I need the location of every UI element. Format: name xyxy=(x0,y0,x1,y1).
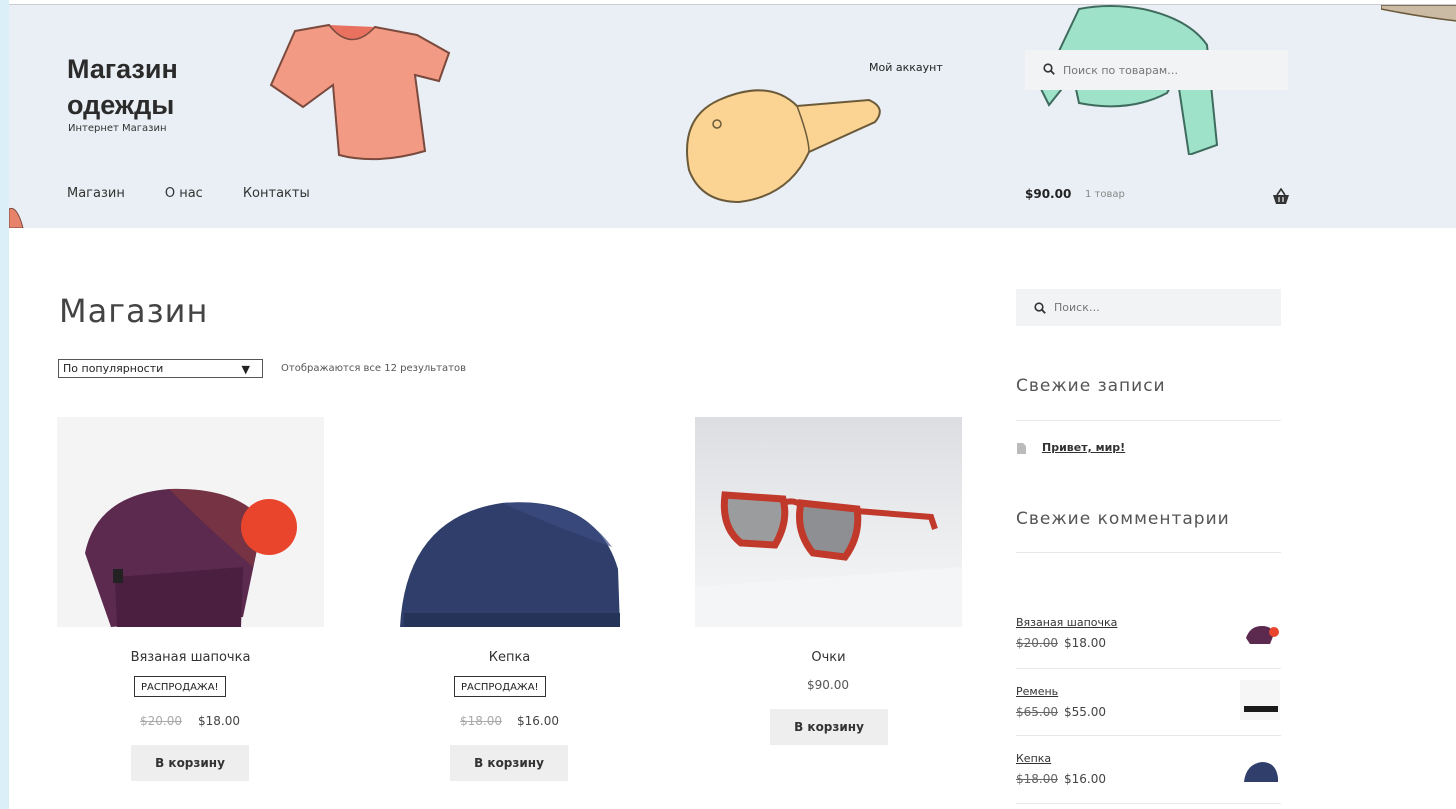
price: $90.00 xyxy=(807,678,849,692)
glasses-picture xyxy=(695,491,962,627)
add-to-cart-button[interactable]: В корзину xyxy=(131,745,249,781)
page-title: Магазин xyxy=(59,292,209,330)
site-title[interactable]: Магазин одежды xyxy=(67,51,267,123)
tshirt-illustration xyxy=(269,23,451,161)
price-new: $55.00 xyxy=(1064,705,1106,719)
price-old: $18.00 xyxy=(460,714,502,728)
divider xyxy=(1016,420,1281,421)
divider xyxy=(1016,803,1281,804)
sidebar-product-thumbnail[interactable] xyxy=(1240,612,1280,652)
result-count: Отображаются все 12 результатов xyxy=(281,363,466,374)
document-icon xyxy=(1017,443,1026,454)
shoe-illustration xyxy=(9,207,24,228)
beanie-picture xyxy=(85,488,297,627)
basket-icon[interactable] xyxy=(1271,188,1291,206)
price-old: $20.00 xyxy=(140,714,182,728)
price-new: $18.00 xyxy=(1064,636,1106,650)
sidebar-search-input[interactable] xyxy=(1054,289,1269,326)
left-edge-strip xyxy=(0,0,9,809)
cart-item-count[interactable]: 1 товар xyxy=(1085,189,1125,200)
main-navigation: Магазин О нас Контакты xyxy=(67,186,350,201)
divider xyxy=(1016,668,1281,669)
dropdown-arrow-icon: ▼ xyxy=(241,363,250,376)
product-image-cap[interactable] xyxy=(376,417,643,627)
sidebar-product-link[interactable]: Ремень xyxy=(1016,685,1058,698)
product-name[interactable]: Кепка xyxy=(376,650,643,665)
price-new: $16.00 xyxy=(1064,772,1106,786)
cart-total[interactable]: $90.00 xyxy=(1025,187,1071,201)
price-new: $18.00 xyxy=(198,714,240,728)
search-icon xyxy=(1034,302,1046,314)
site-header: Магазин одежды Интернет Магазин Магазин … xyxy=(9,5,1456,228)
divider xyxy=(1016,552,1281,553)
product-search-input[interactable] xyxy=(1063,50,1278,90)
sidebar-product-link[interactable]: Кепка xyxy=(1016,752,1051,765)
nav-item-about[interactable]: О нас xyxy=(165,186,203,201)
product-name[interactable]: Очки xyxy=(695,650,962,665)
sidebar-product-link[interactable]: Вязаная шапочка xyxy=(1016,616,1117,629)
price-old: $65.00 xyxy=(1016,705,1058,719)
price-old: $18.00 xyxy=(1016,772,1058,786)
orderby-selected-value: По популярности xyxy=(63,362,164,375)
cap-illustration xyxy=(686,89,881,204)
nav-item-contacts[interactable]: Контакты xyxy=(243,186,310,201)
add-to-cart-button[interactable]: В корзину xyxy=(770,709,888,745)
cap-picture xyxy=(400,502,620,627)
site-description: Интернет Магазин xyxy=(68,123,167,134)
sidebar-product-thumbnail[interactable] xyxy=(1240,680,1280,720)
sidebar-search-box[interactable] xyxy=(1016,289,1281,326)
nav-item-shop[interactable]: Магазин xyxy=(67,186,125,201)
price-new: $16.00 xyxy=(517,714,559,728)
divider xyxy=(1016,735,1281,736)
search-icon xyxy=(1043,63,1055,75)
product-name[interactable]: Вязаная шапочка xyxy=(57,650,324,665)
price-old: $20.00 xyxy=(1016,636,1058,650)
product-image-beanie[interactable] xyxy=(57,417,324,627)
sale-badge: Распродажа! xyxy=(454,676,546,697)
sale-badge: Распродажа! xyxy=(134,676,226,697)
my-account-link[interactable]: Мой аккаунт xyxy=(869,61,943,74)
product-search-box[interactable] xyxy=(1025,50,1288,90)
sidebar-product-thumbnail[interactable] xyxy=(1240,750,1280,790)
product-image-glasses[interactable] xyxy=(695,417,962,627)
recent-posts-title: Свежие записи xyxy=(1016,376,1166,396)
scarf-illustration xyxy=(1381,5,1456,22)
recent-comments-title: Свежие комментарии xyxy=(1016,509,1230,529)
orderby-select[interactable]: По популярности ▼ xyxy=(58,359,263,378)
add-to-cart-button[interactable]: В корзину xyxy=(450,745,568,781)
recent-post-link[interactable]: Привет, мир! xyxy=(1042,441,1125,454)
